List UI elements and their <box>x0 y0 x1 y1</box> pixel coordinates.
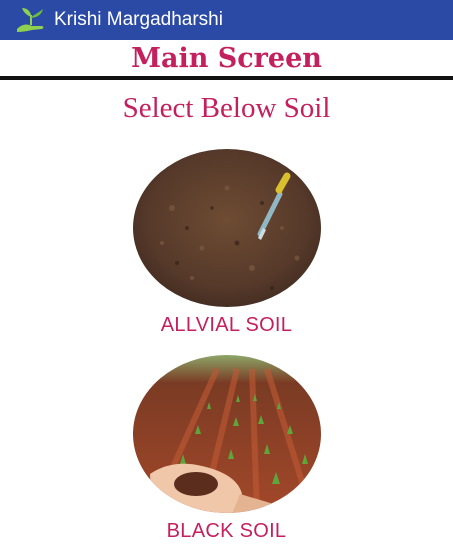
soil-option-black[interactable]: BLACK SOIL <box>0 354 453 543</box>
screen-header: Main Screen <box>0 40 453 76</box>
alluvial-soil-image[interactable] <box>132 148 322 308</box>
soil-option-alluvial[interactable]: ALLVIAL SOIL <box>0 148 453 337</box>
screen-title: Main Screen <box>131 42 322 74</box>
app-title: Krishi Margadharshi <box>54 9 223 30</box>
black-soil-image[interactable] <box>132 354 322 514</box>
app-bar: Krishi Margadharshi <box>0 0 453 40</box>
soil-label[interactable]: BLACK SOIL <box>0 520 453 543</box>
select-prompt: Select Below Soil <box>122 92 331 124</box>
sprout-hand-icon <box>17 8 44 32</box>
soil-label[interactable]: ALLVIAL SOIL <box>0 314 453 337</box>
header-divider <box>0 76 453 80</box>
